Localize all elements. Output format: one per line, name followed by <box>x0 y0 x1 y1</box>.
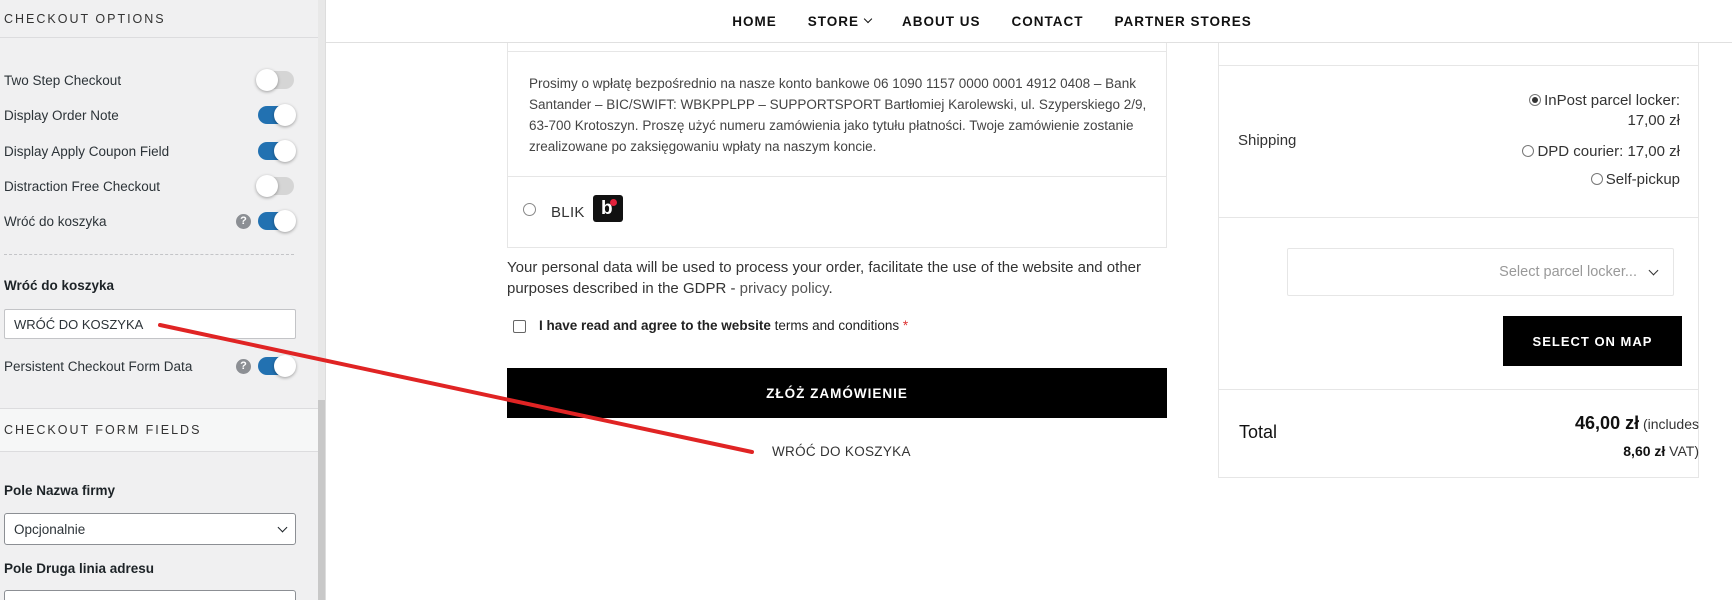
total-includes: (includes <box>1639 416 1699 432</box>
required-marker: * <box>902 318 909 333</box>
terms-link[interactable]: terms and conditions <box>775 318 900 333</box>
toggle-knob <box>274 104 296 126</box>
option-label: Persistent Checkout Form Data <box>4 358 193 374</box>
option-display-apply-coupon: Display Apply Coupon Field <box>4 137 296 165</box>
panel-scrollbar-thumb[interactable] <box>318 400 325 600</box>
privacy-notice: Your personal data will be used to proce… <box>507 257 1167 299</box>
nav-label: STORE <box>807 13 859 29</box>
bank-transfer-description: Prosimy o wpłatę bezpośrednio na nasze k… <box>529 76 1147 154</box>
option-distraction-free-checkout: Distraction Free Checkout <box>4 172 294 200</box>
back-to-cart-text-input[interactable]: WRÓĆ DO KOSZYKA <box>4 309 296 339</box>
divider <box>1219 217 1698 218</box>
toggle-knob <box>274 355 296 377</box>
terms-checkbox[interactable] <box>513 320 526 333</box>
divider <box>507 51 1167 52</box>
customizer-panel: CHECKOUT OPTIONS Two Step Checkout Displ… <box>0 0 326 600</box>
total-value: 46,00 zł <box>1575 413 1640 433</box>
option-label: Wróć do koszyka <box>4 213 107 229</box>
nav-label: PARTNER STORES <box>1114 13 1252 29</box>
privacy-end: . <box>828 280 833 297</box>
select-placeholder: Select parcel locker... <box>1499 264 1637 280</box>
nav-label: ABOUT US <box>901 13 981 29</box>
shipping-option-self-pickup[interactable]: Self-pickup <box>1590 170 1680 190</box>
toggle-knob <box>274 140 296 162</box>
toggle-display-apply-coupon[interactable] <box>258 140 296 162</box>
nav-item-about-us[interactable]: ABOUT US <box>902 14 981 29</box>
blik-logo-dot <box>610 199 617 206</box>
toggle-knob <box>274 210 296 232</box>
nav-item-store[interactable]: STORE <box>807 13 873 29</box>
toggle-display-order-note[interactable] <box>258 104 296 126</box>
chevron-down-icon <box>277 522 288 532</box>
address2-field-label: Pole Druga linia adresu <box>4 561 155 576</box>
back-to-cart-link[interactable]: WRÓĆ DO KOSZYKA <box>772 444 911 459</box>
total-vat-suffix: VAT) <box>1665 443 1699 459</box>
option-display-order-note: Display Order Note <box>4 101 296 129</box>
divider <box>4 254 294 255</box>
option-persistent-form-data: Persistent Checkout Form Data ? <box>4 352 296 380</box>
shipping-option-text: DPD courier: 17,00 zł <box>1537 143 1680 160</box>
nav-label: HOME <box>732 13 777 29</box>
toggle-persistent-form-data[interactable] <box>258 355 296 377</box>
select-on-map-button[interactable]: SELECT ON MAP <box>1503 316 1682 366</box>
total-vat: 8,60 zł <box>1623 443 1666 459</box>
shipping-option-price: 17,00 zł <box>1627 112 1680 129</box>
shipping-label: Shipping <box>1238 132 1297 149</box>
toggle-distraction-free-checkout[interactable] <box>256 175 294 197</box>
help-icon[interactable]: ? <box>236 213 251 229</box>
divider <box>1219 389 1698 390</box>
toggle-two-step-checkout[interactable] <box>256 69 294 91</box>
section-title-checkout-form-fields: CHECKOUT FORM FIELDS <box>0 408 318 452</box>
blik-radio[interactable] <box>523 203 536 216</box>
privacy-policy-link[interactable]: privacy policy <box>740 280 829 297</box>
radio[interactable] <box>1590 173 1603 185</box>
chevron-down-icon <box>863 14 873 24</box>
option-back-to-cart: Wróć do koszyka ? <box>4 207 296 235</box>
option-label: Display Order Note <box>4 107 119 123</box>
option-label: Display Apply Coupon Field <box>4 143 170 159</box>
divider <box>508 176 1166 177</box>
nav-item-partner-stores[interactable]: PARTNER STORES <box>1114 14 1251 29</box>
option-two-step-checkout: Two Step Checkout <box>4 66 294 94</box>
nav-label: CONTACT <box>1011 13 1084 29</box>
shipping-option-dpd[interactable]: DPD courier: 17,00 zł <box>1522 142 1680 162</box>
company-field-select[interactable]: Opcjonalnie <box>4 513 296 545</box>
nav-item-contact[interactable]: CONTACT <box>1011 14 1083 29</box>
nav-item-home[interactable]: HOME <box>732 14 777 29</box>
chevron-down-icon <box>1648 265 1659 276</box>
divider <box>1219 65 1698 66</box>
toggle-knob <box>256 69 278 91</box>
blik-label[interactable]: BLIK <box>551 204 585 221</box>
toggle-back-to-cart[interactable] <box>258 210 296 232</box>
radio[interactable] <box>1522 145 1535 157</box>
shipping-option-text: Self-pickup <box>1605 171 1680 188</box>
total-amount: 46,00 zł (includes 8,60 zł VAT) <box>1575 410 1699 464</box>
total-label: Total <box>1239 422 1278 442</box>
shipping-option-inpost[interactable]: InPost parcel locker: 17,00 zł <box>1529 91 1680 131</box>
main-navigation: HOME STORE ABOUT US CONTACT PARTNER STOR… <box>326 0 1732 43</box>
company-field-label: Pole Nazwa firmy <box>4 483 116 498</box>
shipping-option-text: InPost parcel locker: <box>1544 92 1680 109</box>
blik-logo-icon: b <box>593 195 623 222</box>
help-icon[interactable]: ? <box>236 358 251 374</box>
terms-text: I have read and agree to the website <box>539 318 775 333</box>
toggle-knob <box>256 175 278 197</box>
select-value: Opcjonalnie <box>14 521 86 537</box>
terms-label: I have read and agree to the website ter… <box>539 318 908 333</box>
nav-menu: HOME STORE ABOUT US CONTACT PARTNER STOR… <box>732 14 1252 29</box>
section-title-checkout-options: CHECKOUT OPTIONS <box>0 0 318 38</box>
parcel-locker-select[interactable]: Select parcel locker... <box>1287 248 1674 296</box>
back-to-cart-field-label: Wróć do koszyka <box>4 278 115 293</box>
option-label: Distraction Free Checkout <box>4 178 161 194</box>
radio-selected[interactable] <box>1529 94 1542 106</box>
address2-field-select[interactable] <box>4 590 296 600</box>
place-order-button[interactable]: ZŁÓŻ ZAMÓWIENIE <box>507 368 1167 418</box>
option-label: Two Step Checkout <box>4 72 122 88</box>
